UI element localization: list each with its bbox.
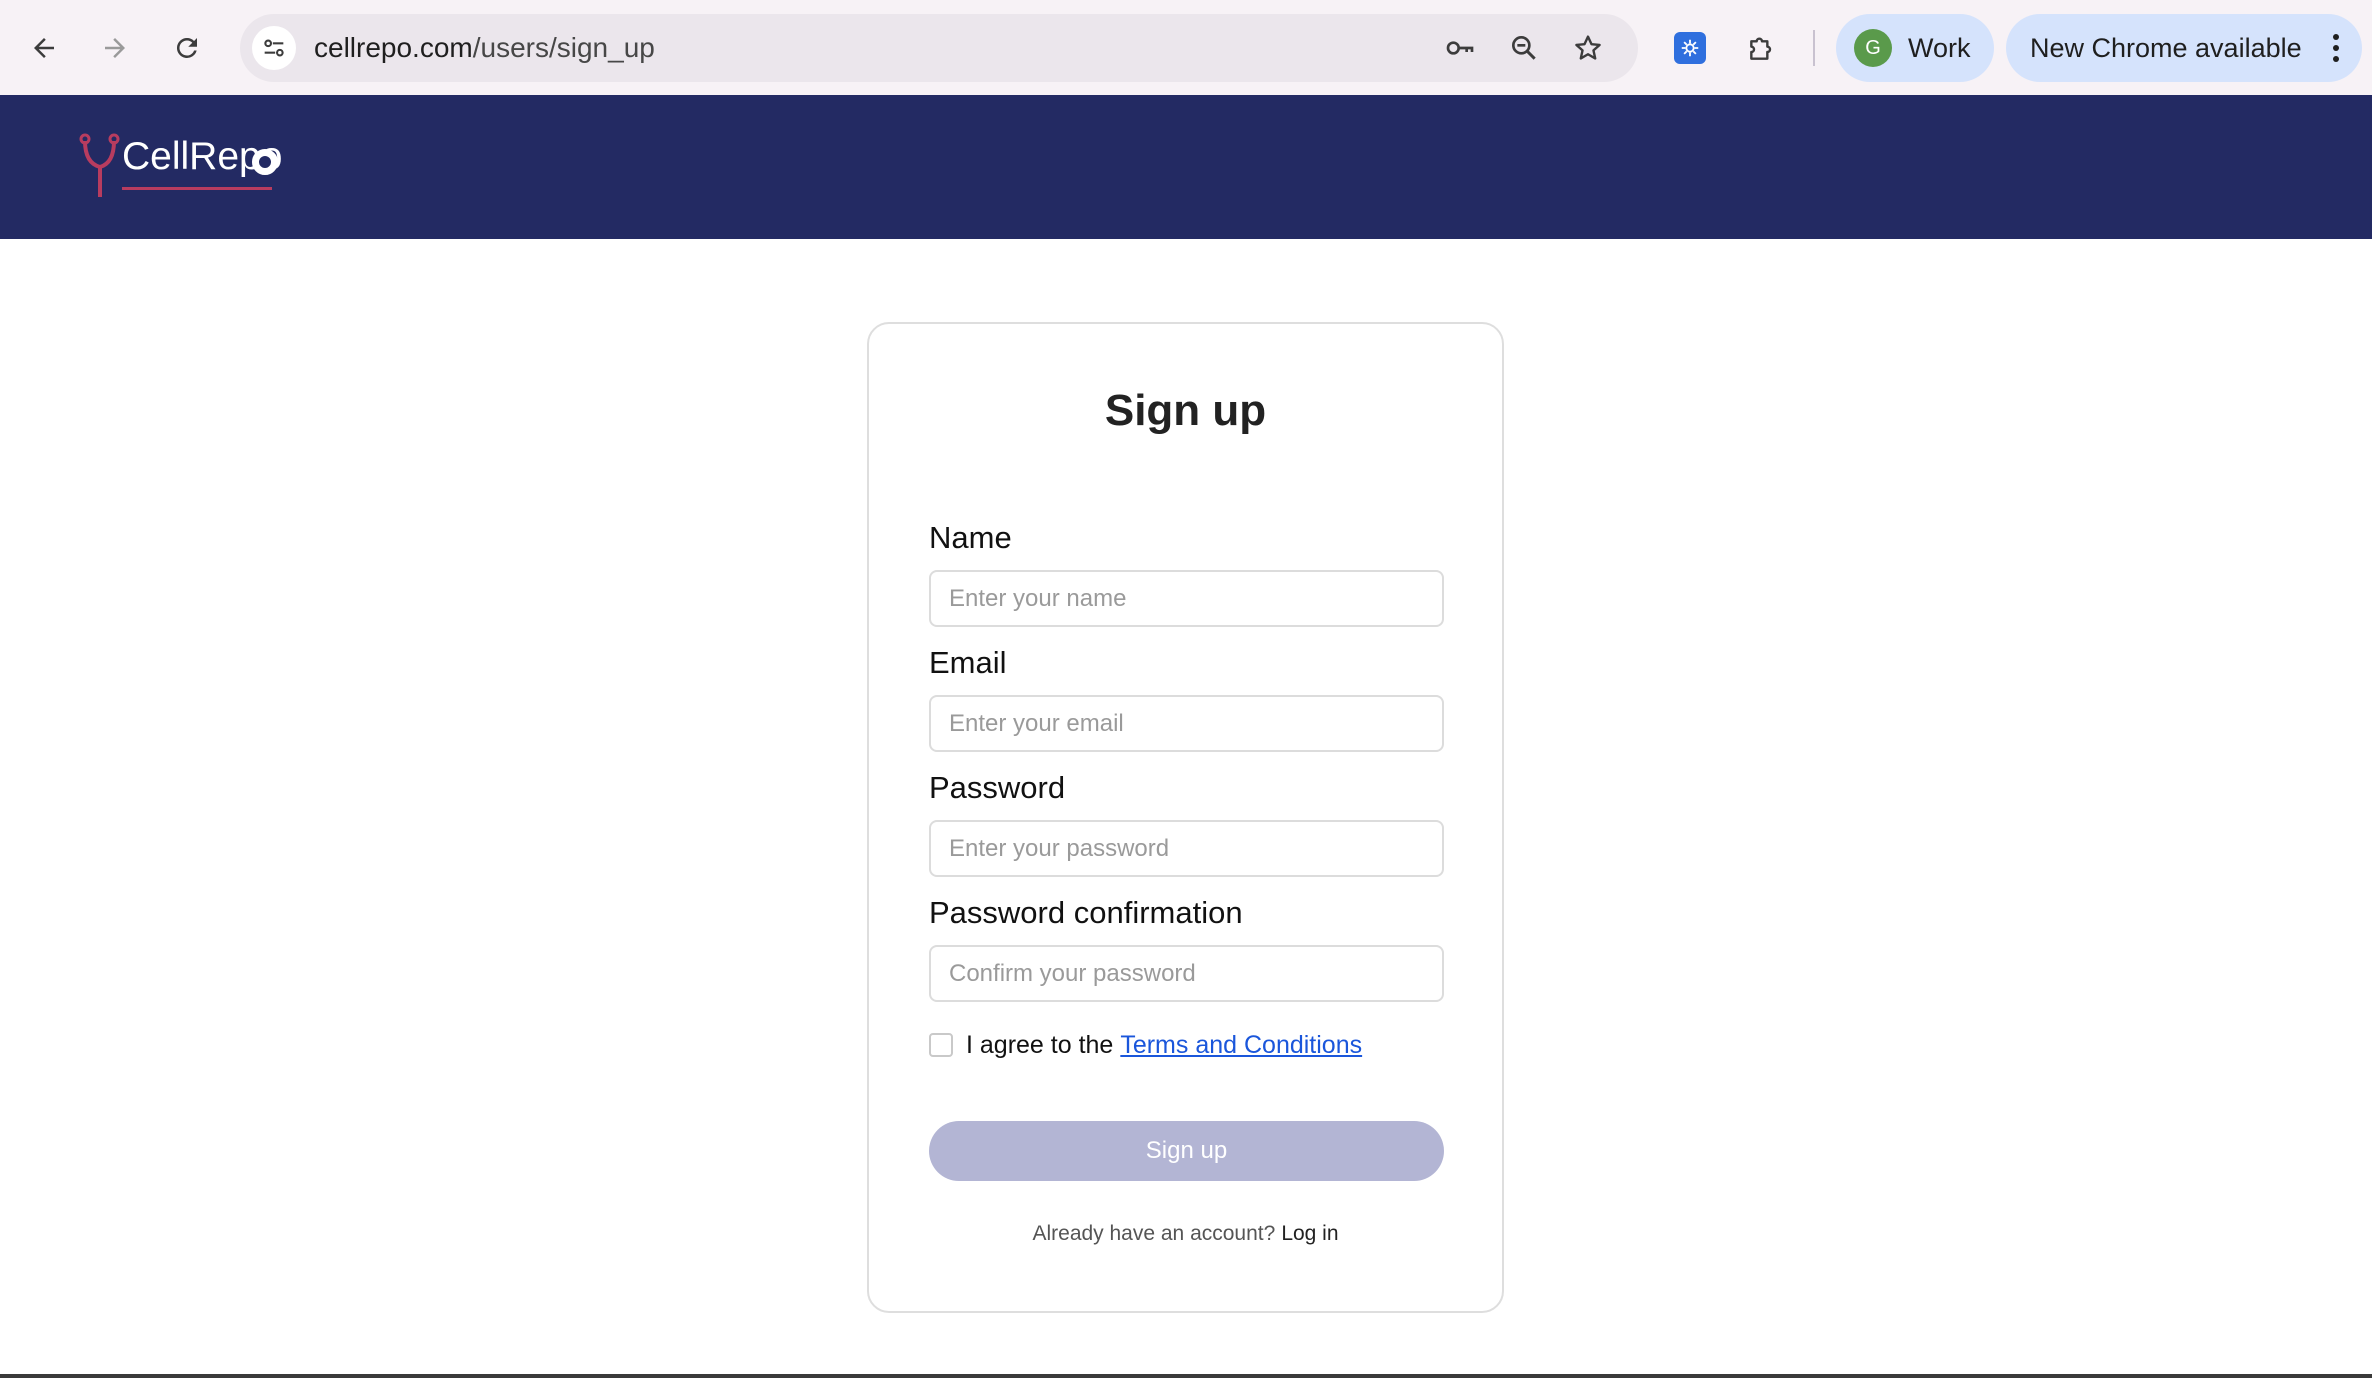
email-input[interactable] [929, 695, 1444, 752]
login-link[interactable]: Log in [1281, 1222, 1338, 1245]
url-text[interactable]: cellrepo.com/users/sign_up [314, 14, 655, 82]
password-label: Password [929, 770, 1066, 805]
back-arrow-icon [34, 38, 54, 58]
profile-name: Work [1908, 33, 1971, 63]
avatar: G [1854, 29, 1892, 67]
update-label: New Chrome available [2030, 33, 2302, 63]
signup-card: Sign up Name Email Password Password con… [867, 322, 1504, 1313]
extension-icon [1674, 32, 1706, 64]
password-key-button[interactable] [1440, 28, 1480, 68]
address-bar[interactable]: cellrepo.com/users/sign_up [240, 14, 1638, 82]
profile-button[interactable]: G Work [1836, 14, 1994, 82]
chrome-update-button[interactable]: New Chrome available [2006, 14, 2362, 82]
extension-button[interactable] [1666, 24, 1714, 72]
site-settings-icon [264, 39, 284, 57]
reload-button[interactable] [163, 24, 211, 72]
browser-toolbar: cellrepo.com/users/sign_up G Work New Ch… [0, 0, 2372, 95]
site-logo[interactable]: CellRepo [76, 133, 296, 203]
site-settings-button[interactable] [252, 26, 296, 70]
site-header: CellRepo [0, 95, 2372, 239]
password-confirmation-label: Password confirmation [929, 895, 1243, 930]
zoom-button[interactable] [1504, 28, 1544, 68]
name-input[interactable] [929, 570, 1444, 627]
reload-icon [176, 37, 197, 58]
terms-checkbox[interactable] [929, 1033, 953, 1057]
password-input[interactable] [929, 820, 1444, 877]
logo-ring-icon [252, 149, 278, 175]
url-host: cellrepo.com [314, 32, 473, 63]
agree-text: I agree to the [966, 1030, 1114, 1059]
terms-agreement-row: I agree to the Terms and Conditions [929, 1028, 1362, 1062]
page-title: Sign up [1104, 386, 1267, 435]
logo-underline [122, 187, 272, 190]
logo-fork-icon [79, 133, 120, 197]
url-path: /users/sign_up [472, 32, 655, 63]
password-key-icon [1446, 41, 1474, 55]
zoom-icon [1512, 35, 1536, 60]
login-prompt-row: Already have an account? Log in [869, 1222, 1502, 1246]
password-confirmation-input[interactable] [929, 945, 1444, 1002]
more-menu-icon[interactable] [2332, 34, 2340, 62]
terms-link[interactable]: Terms and Conditions [1120, 1031, 1362, 1060]
window-bottom-edge [0, 1374, 2372, 1378]
bookmark-button[interactable] [1568, 28, 1608, 68]
email-label: Email [929, 645, 1007, 680]
back-button[interactable] [20, 24, 68, 72]
puzzle-extensions-icon [1750, 37, 1772, 60]
extensions-menu-button[interactable] [1738, 24, 1786, 72]
login-prompt-text: Already have an account? [1032, 1222, 1276, 1245]
signup-button[interactable]: Sign up [929, 1121, 1444, 1181]
forward-button[interactable] [91, 24, 139, 72]
bookmark-star-icon [1575, 35, 1601, 60]
toolbar-divider [1813, 30, 1815, 66]
forward-arrow-icon [105, 38, 125, 58]
name-label: Name [929, 520, 1012, 555]
